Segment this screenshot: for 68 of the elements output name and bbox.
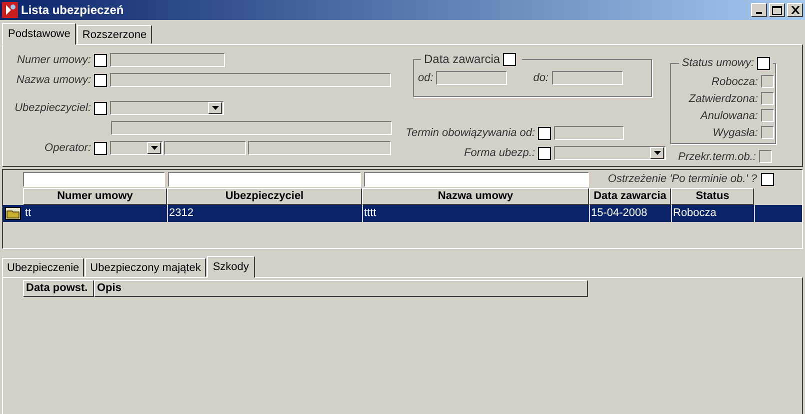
field-label: do: — [533, 72, 549, 84]
maximize-button[interactable] — [769, 3, 785, 17]
table-cell: tt — [24, 205, 168, 222]
table-cell: Robocza — [672, 205, 755, 222]
column-header[interactable]: Opis — [94, 280, 588, 297]
input-field[interactable] — [164, 141, 246, 155]
filter-field[interactable] — [23, 172, 165, 186]
column-header[interactable]: Nazwa umowy — [362, 188, 589, 205]
filter-field[interactable] — [364, 172, 589, 186]
table-row[interactable]: tt 2312 tttt 15-04-2008 Robocza — [3, 205, 802, 222]
checkbox[interactable] — [538, 126, 551, 140]
filter-field[interactable] — [168, 172, 361, 186]
field-label: Zatwierdzona: — [688, 92, 758, 104]
checkbox[interactable] — [503, 52, 516, 66]
tab[interactable]: Szkody — [206, 256, 255, 278]
field-label: Nazwa umowy: — [15, 74, 91, 86]
dropdown[interactable] — [110, 101, 224, 115]
input-field[interactable] — [110, 73, 391, 87]
checkbox[interactable] — [761, 172, 774, 186]
app-icon — [2, 2, 18, 18]
field-label: Forma ubezp.: — [463, 147, 535, 159]
field-label: Termin obowiązywania od: — [404, 127, 535, 139]
table-cell: 2312 — [168, 205, 363, 222]
field-label: Przekr.term.ob.: — [678, 150, 756, 162]
column-header[interactable]: Data zawarcia — [589, 188, 671, 205]
field-label: Robocza: — [712, 76, 758, 88]
input-field[interactable] — [110, 53, 225, 67]
field-label: Operator: — [44, 142, 91, 154]
field-label: Ostrzeżenie 'Po terminie ob.' ? — [608, 173, 757, 185]
caret-icon — [654, 151, 660, 155]
field-label: Wygasła: — [712, 126, 758, 138]
dropdown[interactable] — [554, 146, 666, 160]
close-icon — [790, 6, 800, 14]
column-header[interactable]: Status — [671, 188, 754, 205]
caret-icon — [150, 146, 158, 150]
table-cell: 15-04-2008 — [590, 205, 672, 222]
field-label: Ubezpieczyciel: — [14, 102, 91, 114]
input-field[interactable] — [436, 71, 508, 85]
maximize-icon — [772, 6, 782, 14]
checkbox[interactable] — [538, 146, 551, 160]
checkbox[interactable] — [94, 142, 107, 154]
caret-icon — [212, 106, 218, 110]
column-header[interactable]: Numer umowy — [23, 188, 167, 205]
checkbox[interactable] — [94, 74, 107, 86]
checkbox[interactable] — [757, 56, 770, 70]
tab[interactable]: Rozszerzone — [77, 25, 152, 44]
column-header[interactable]: Data powst. — [23, 280, 94, 297]
group-title: Data zawarcia — [424, 52, 500, 66]
dropdown[interactable] — [110, 141, 163, 155]
minimize-button[interactable] — [751, 3, 767, 17]
checkbox[interactable] — [94, 54, 107, 66]
input-field[interactable] — [554, 126, 624, 140]
input-field[interactable] — [552, 71, 623, 85]
input-field[interactable] — [111, 121, 392, 135]
tab[interactable]: Ubezpieczony majątek — [85, 258, 206, 277]
column-header[interactable]: Ubezpieczyciel — [167, 188, 362, 205]
checkbox[interactable] — [94, 102, 107, 114]
tab[interactable]: Ubezpieczenie — [2, 258, 84, 277]
folder-icon — [5, 207, 21, 220]
field-label: od: — [418, 72, 434, 84]
table-cell: tttt — [363, 205, 590, 222]
close-button[interactable] — [787, 3, 803, 17]
group-title: Status umowy: — [682, 57, 754, 69]
window-title: Lista ubezpieczeń — [21, 3, 125, 17]
field-label: Numer umowy: — [16, 54, 91, 66]
field-label: Anulowana: — [700, 110, 758, 122]
input-field[interactable] — [248, 141, 391, 155]
tab[interactable]: Podstawowe — [2, 23, 76, 45]
